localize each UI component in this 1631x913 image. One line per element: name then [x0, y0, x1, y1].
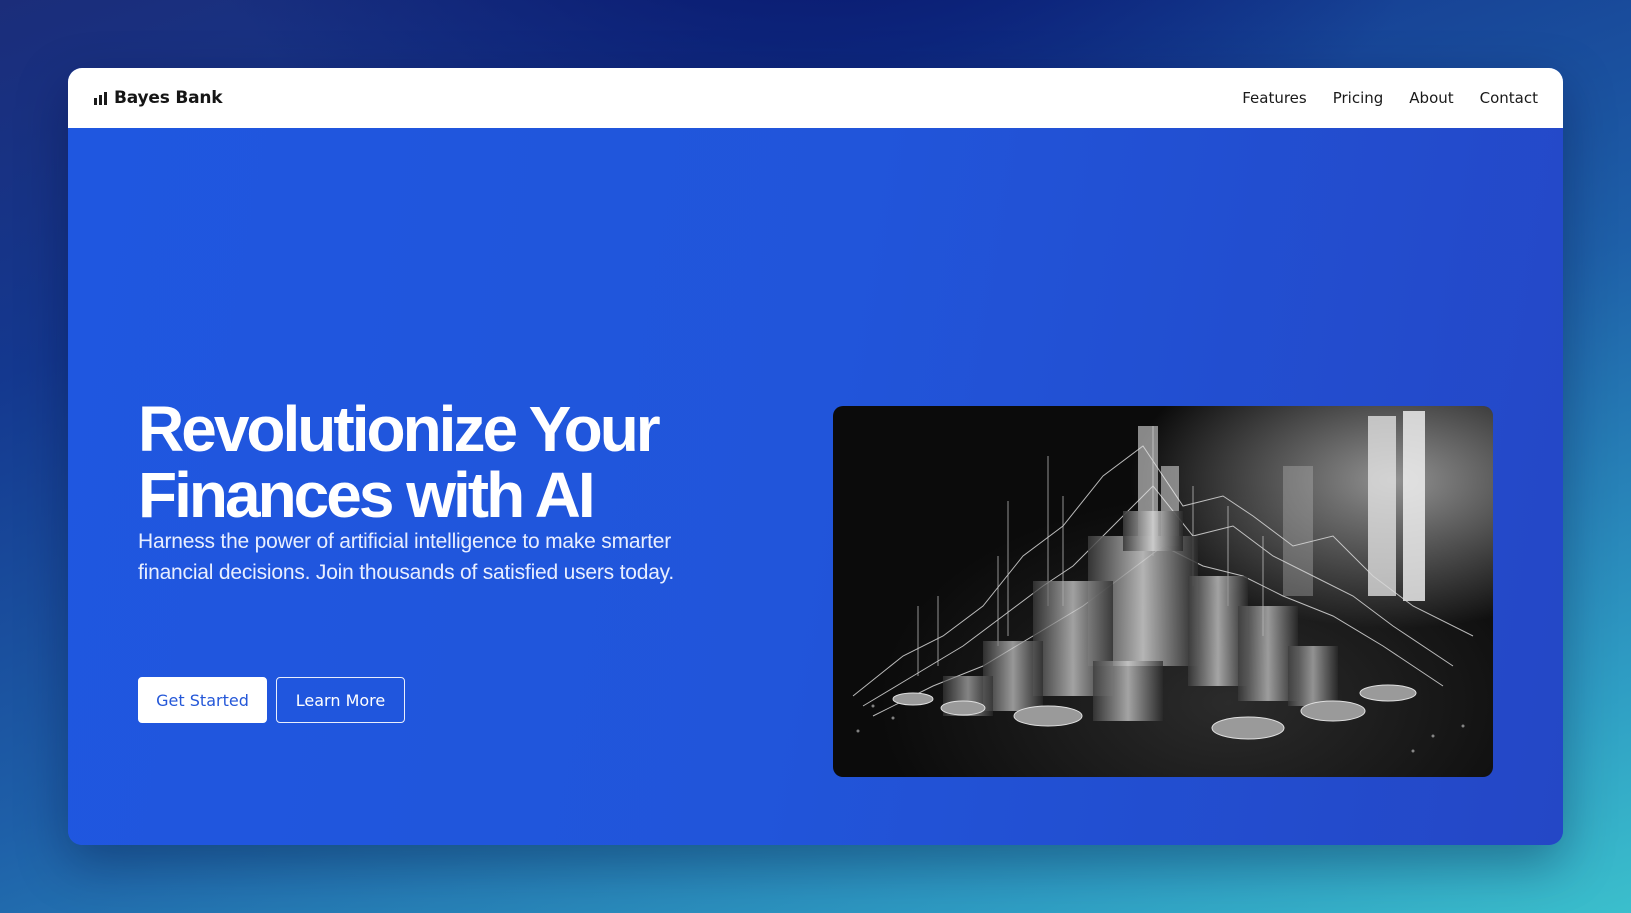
nav-link-contact[interactable]: Contact: [1480, 89, 1538, 107]
hero-title: Revolutionize Your Finances with AI: [138, 393, 661, 531]
nav-links: Features Pricing About Contact: [1242, 89, 1538, 107]
get-started-button[interactable]: Get Started: [138, 677, 267, 723]
learn-more-button[interactable]: Learn More: [276, 677, 405, 723]
brand-logo[interactable]: Bayes Bank: [94, 88, 223, 108]
coin-stacks-illustration: [833, 406, 1493, 777]
hero-section: Revolutionize Your Finances with AI Harn…: [68, 128, 1563, 845]
nav-link-features[interactable]: Features: [1242, 89, 1307, 107]
nav-link-about[interactable]: About: [1409, 89, 1453, 107]
browser-window: Bayes Bank Features Pricing About Contac…: [68, 68, 1563, 845]
brand-name: Bayes Bank: [114, 88, 223, 108]
hero-subtitle: Harness the power of artificial intellig…: [138, 530, 675, 584]
navbar: Bayes Bank Features Pricing About Contac…: [68, 68, 1563, 128]
nav-link-pricing[interactable]: Pricing: [1333, 89, 1384, 107]
hero-image: [833, 406, 1493, 777]
bar-chart-icon: [94, 91, 107, 105]
